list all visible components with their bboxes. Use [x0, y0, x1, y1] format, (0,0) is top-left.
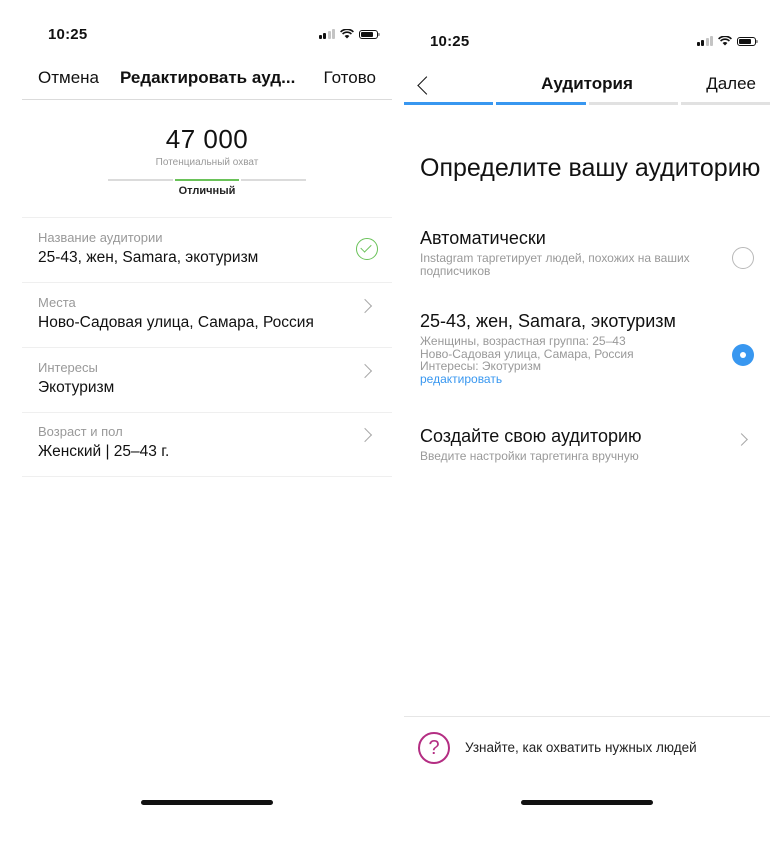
- status-bar: 10:25: [404, 0, 770, 50]
- row-value: Ново-Садовая улица, Самара, Россия: [38, 314, 314, 331]
- option-automatic[interactable]: Автоматически Instagram таргетирует люде…: [420, 228, 754, 277]
- row-label: Возраст и пол: [38, 424, 123, 439]
- footer-divider: [404, 716, 770, 717]
- page-title: Редактировать ауд...: [120, 68, 296, 87]
- reach-quality-label: Отличный: [178, 185, 236, 197]
- option-create-audience[interactable]: Создайте свою аудиторию Введите настройк…: [420, 426, 754, 463]
- status-icons: [318, 29, 380, 39]
- potential-reach: 47 000 Потенциальный охват: [22, 124, 392, 168]
- row-value: 25-43, жен, Samara, экотуризм: [38, 249, 259, 266]
- step-segment: [404, 102, 494, 105]
- row-label: Название аудитории: [38, 230, 163, 245]
- option-title: Автоматически: [420, 228, 546, 248]
- reach-quality-wrap: Отличный: [22, 185, 392, 197]
- edit-audience-screen: 10:25 Отмена Редактировать ауд... Готово…: [22, 0, 392, 846]
- status-icons: [696, 36, 758, 46]
- home-indicator: [521, 800, 653, 805]
- edit-link[interactable]: редактировать: [420, 372, 754, 386]
- age-gender-row[interactable]: Возраст и пол Женский | 25–43 г.: [22, 412, 392, 477]
- reach-quality-meter: [108, 179, 307, 181]
- row-label: Места: [38, 295, 76, 310]
- wifi-icon: [340, 29, 354, 39]
- done-button[interactable]: Готово: [324, 68, 377, 88]
- home-indicator: [141, 800, 273, 805]
- description-line: Интересы: Экотуризм: [420, 359, 541, 373]
- step-segment: [588, 102, 678, 105]
- option-title: 25-43, жен, Samara, экотуризм: [420, 311, 676, 331]
- help-text: Узнайте, как охватить нужных людей: [465, 740, 697, 755]
- chevron-right-icon: [357, 363, 373, 379]
- next-button[interactable]: Далее: [706, 74, 756, 94]
- places-row[interactable]: Места Ново-Садовая улица, Самара, Россия: [22, 283, 392, 348]
- radio-selected[interactable]: [732, 344, 754, 366]
- nav-bar: Отмена Редактировать ауд... Готово: [22, 58, 392, 102]
- reach-value: 47 000: [165, 124, 249, 154]
- row-value: Экотуризм: [38, 379, 115, 396]
- battery-icon: [359, 30, 380, 39]
- step-segment: [680, 102, 770, 105]
- checkmark-circle-icon: [356, 238, 378, 260]
- reach-label: Потенциальный охват: [155, 157, 259, 168]
- step-segment: [496, 102, 586, 105]
- step-progress: [404, 102, 770, 105]
- description-line: Женщины, возрастная группа: 25–43: [420, 334, 626, 348]
- cancel-button[interactable]: Отмена: [38, 68, 99, 88]
- option-description: Instagram таргетирует людей, похожих на …: [420, 251, 690, 278]
- row-label: Интересы: [38, 360, 98, 375]
- audience-screen: 10:25 Аудитория Далее Определите вашу ау…: [404, 0, 770, 846]
- status-bar: 10:25: [22, 0, 392, 43]
- option-description: Женщины, возрастная группа: 25–43 Ново-С…: [420, 335, 710, 373]
- option-title: Создайте свою аудиторию: [420, 426, 642, 446]
- nav-divider: [22, 99, 392, 100]
- chevron-right-icon: [357, 298, 373, 314]
- option-saved-audience[interactable]: 25-43, жен, Samara, экотуризм Женщины, в…: [420, 311, 754, 386]
- status-time: 10:25: [48, 26, 88, 43]
- radio-unselected[interactable]: [732, 247, 754, 269]
- option-description: Введите настройки таргетинга вручную: [420, 449, 639, 463]
- row-value: Женский | 25–43 г.: [38, 443, 170, 460]
- chevron-right-icon: [357, 427, 373, 443]
- interests-row[interactable]: Интересы Экотуризм: [22, 348, 392, 413]
- wifi-icon: [718, 36, 732, 46]
- section-heading: Определите вашу аудиторию: [420, 154, 761, 182]
- question-circle-icon: ?: [418, 732, 450, 764]
- signal-icon: [318, 29, 335, 39]
- signal-icon: [696, 36, 713, 46]
- audience-name-row[interactable]: Название аудитории 25-43, жен, Samara, э…: [22, 218, 392, 283]
- battery-icon: [737, 37, 758, 46]
- status-time: 10:25: [430, 33, 470, 50]
